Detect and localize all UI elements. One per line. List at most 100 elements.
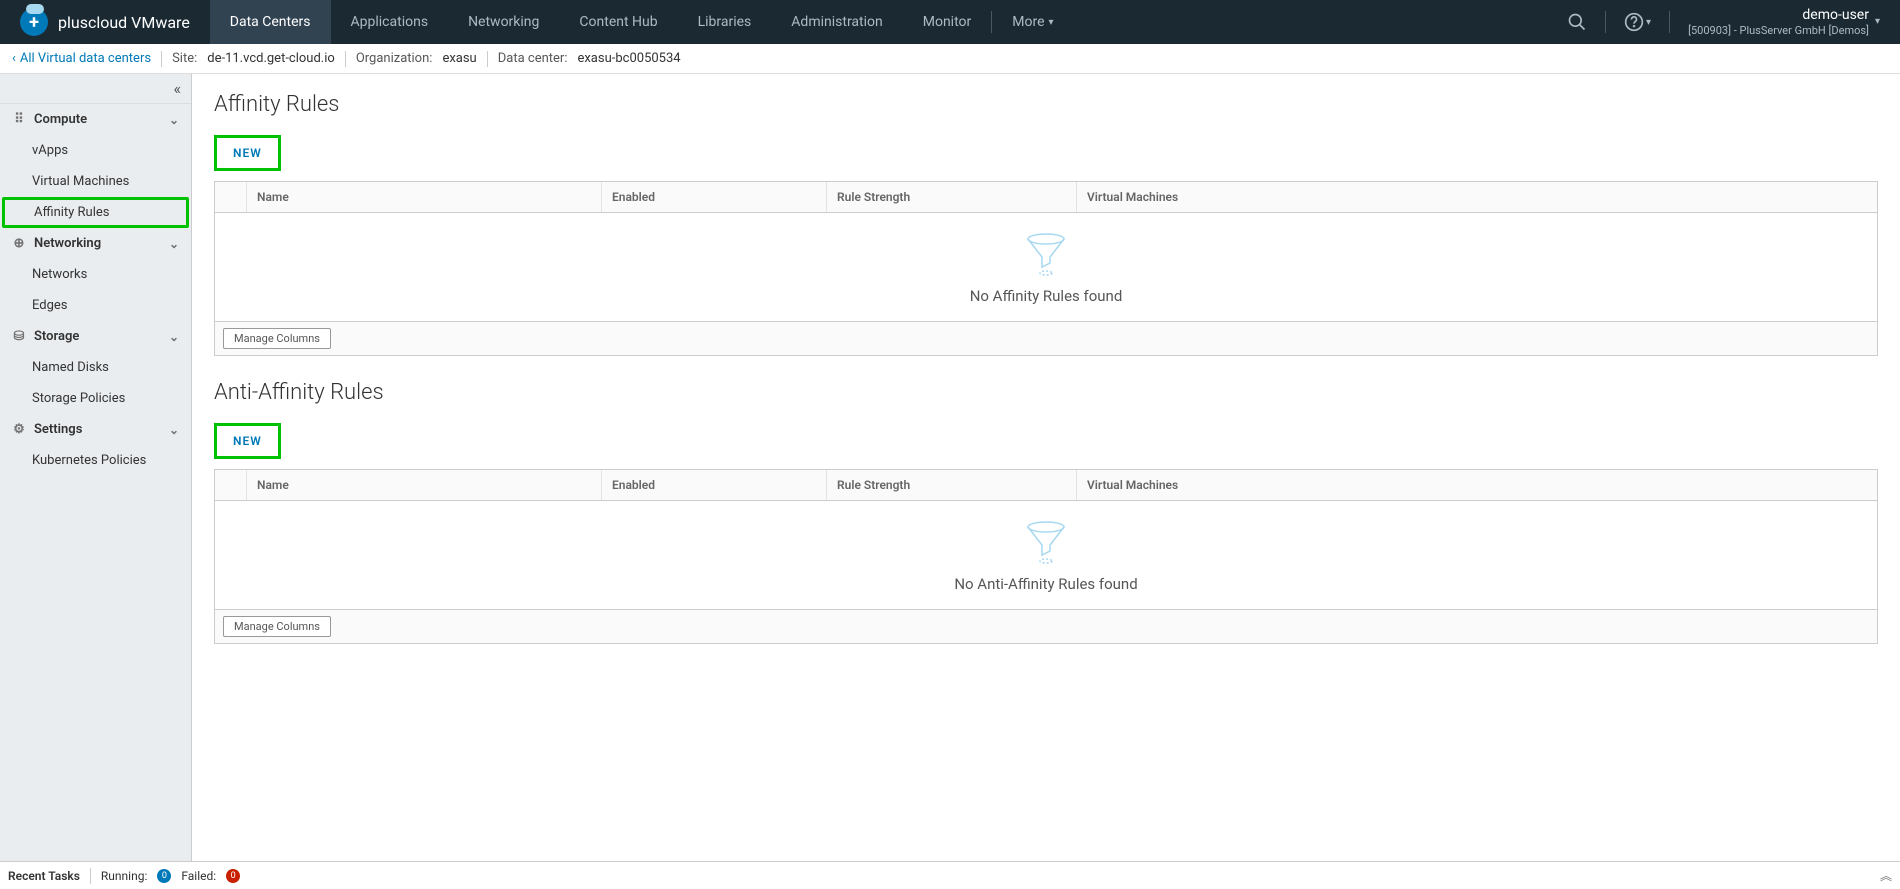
th-strength[interactable]: Rule Strength	[827, 182, 1077, 212]
running-count-badge: 0	[157, 869, 171, 883]
page-title-affinity: Affinity Rules	[214, 92, 1878, 117]
empty-text: No Anti-Affinity Rules found	[954, 575, 1137, 593]
th-checkbox[interactable]	[215, 182, 247, 212]
affinity-rules-section: Affinity Rules NEW Name Enabled Rule Str…	[214, 92, 1878, 356]
table-footer: Manage Columns	[215, 609, 1877, 643]
gear-icon: ⚙	[12, 422, 26, 437]
bc-dc-label: Data center:	[498, 51, 568, 66]
anti-affinity-table: Name Enabled Rule Strength Virtual Machi…	[214, 469, 1878, 644]
th-vm[interactable]: Virtual Machines	[1077, 182, 1877, 212]
breadcrumb-separator	[345, 51, 346, 67]
main-area: « ⠿ Compute ⌄ vApps Virtual Machines Aff…	[0, 74, 1900, 861]
breadcrumb-back[interactable]: ‹ All Virtual data centers	[12, 51, 151, 66]
anti-affinity-rules-section: Anti-Affinity Rules NEW Name Enabled Rul…	[214, 380, 1878, 644]
status-bar: Recent Tasks Running: 0 Failed: 0 ︽	[0, 861, 1900, 889]
sidebar-item-storage-policies[interactable]: Storage Policies	[0, 383, 191, 414]
user-menu[interactable]: demo-user [500903] - PlusServer GmbH [De…	[1688, 7, 1880, 37]
nav-tab-applications[interactable]: Applications	[331, 0, 449, 44]
network-icon: ⊕	[12, 236, 26, 251]
th-enabled[interactable]: Enabled	[602, 182, 827, 212]
sidebar-item-affinity-rules[interactable]: Affinity Rules	[2, 197, 189, 228]
running-label: Running:	[101, 869, 147, 883]
failed-count-badge: 0	[226, 869, 240, 883]
bc-site-label: Site:	[172, 51, 197, 66]
sidebar-item-vapps[interactable]: vApps	[0, 135, 191, 166]
new-button-highlight: NEW	[214, 135, 281, 171]
sidebar-collapse[interactable]: «	[0, 74, 191, 104]
failed-label: Failed:	[181, 869, 216, 883]
th-name[interactable]: Name	[247, 182, 602, 212]
header-separator-2	[1669, 11, 1670, 33]
empty-state: No Affinity Rules found	[215, 213, 1877, 321]
nav-tab-libraries[interactable]: Libraries	[678, 0, 772, 44]
sidebar-label-compute: Compute	[34, 112, 87, 127]
storage-icon: ⛁	[12, 329, 26, 344]
th-name[interactable]: Name	[247, 470, 602, 500]
nav-tab-monitor[interactable]: Monitor	[903, 0, 992, 44]
chevron-down-icon: ▾	[1875, 16, 1880, 27]
sidebar-section-settings: ⚙ Settings ⌄ Kubernetes Policies	[0, 414, 191, 476]
new-anti-affinity-button[interactable]: NEW	[219, 428, 276, 454]
breadcrumb-back-label: All Virtual data centers	[20, 51, 151, 66]
sidebar-label-networking: Networking	[34, 236, 101, 251]
expand-tasks-icon[interactable]: ︽	[1880, 867, 1892, 884]
new-affinity-button[interactable]: NEW	[219, 140, 276, 166]
chevron-down-icon: ▾	[1646, 17, 1651, 28]
sidebar-section-networking: ⊕ Networking ⌄ Networks Edges	[0, 228, 191, 321]
manage-columns-button[interactable]: Manage Columns	[223, 616, 331, 637]
nav-tabs: Data Centers Applications Networking Con…	[210, 0, 1074, 44]
sidebar-item-kubernetes-policies[interactable]: Kubernetes Policies	[0, 445, 191, 476]
chevron-down-icon: ⌄	[169, 423, 179, 437]
sidebar-item-networks[interactable]: Networks	[0, 259, 191, 290]
content-area: Affinity Rules NEW Name Enabled Rule Str…	[192, 74, 1900, 861]
user-name: demo-user	[1802, 7, 1869, 24]
header-right: ▾ demo-user [500903] - PlusServer GmbH […	[1567, 0, 1900, 44]
chevron-down-icon: ⌄	[169, 330, 179, 344]
chevron-down-icon: ⌄	[169, 237, 179, 251]
user-org: [500903] - PlusServer GmbH [Demos]	[1688, 24, 1869, 37]
brand-icon: +	[20, 8, 48, 36]
page-title-anti-affinity: Anti-Affinity Rules	[214, 380, 1878, 405]
manage-columns-button[interactable]: Manage Columns	[223, 328, 331, 349]
help-icon[interactable]: ▾	[1624, 12, 1651, 32]
breadcrumb-separator	[161, 51, 162, 67]
affinity-table: Name Enabled Rule Strength Virtual Machi…	[214, 181, 1878, 356]
search-icon[interactable]	[1567, 12, 1587, 32]
nav-more-label: More	[1012, 14, 1044, 30]
th-strength[interactable]: Rule Strength	[827, 470, 1077, 500]
chevron-down-icon: ⌄	[169, 113, 179, 127]
th-vm[interactable]: Virtual Machines	[1077, 470, 1877, 500]
sidebar-head-settings[interactable]: ⚙ Settings ⌄	[0, 414, 191, 445]
sidebar-head-storage[interactable]: ⛁ Storage ⌄	[0, 321, 191, 352]
sidebar-item-edges[interactable]: Edges	[0, 290, 191, 321]
sidebar-item-virtual-machines[interactable]: Virtual Machines	[0, 166, 191, 197]
th-enabled[interactable]: Enabled	[602, 470, 827, 500]
breadcrumb-bar: ‹ All Virtual data centers Site: de-11.v…	[0, 44, 1900, 74]
sidebar-label-storage: Storage	[34, 329, 79, 344]
sidebar-head-networking[interactable]: ⊕ Networking ⌄	[0, 228, 191, 259]
status-separator	[90, 868, 91, 884]
table-header: Name Enabled Rule Strength Virtual Machi…	[215, 182, 1877, 213]
grid-icon: ⠿	[12, 112, 26, 127]
nav-tab-administration[interactable]: Administration	[771, 0, 902, 44]
funnel-icon	[1026, 233, 1066, 277]
recent-tasks-label[interactable]: Recent Tasks	[8, 869, 80, 883]
th-checkbox[interactable]	[215, 470, 247, 500]
sidebar-head-compute[interactable]: ⠿ Compute ⌄	[0, 104, 191, 135]
nav-tab-more[interactable]: More ▾	[992, 0, 1073, 44]
header-separator	[1605, 11, 1606, 33]
chevron-down-icon: ▾	[1049, 17, 1054, 28]
funnel-icon	[1026, 521, 1066, 565]
bc-site-value: de-11.vcd.get-cloud.io	[207, 51, 335, 66]
breadcrumb-separator	[487, 51, 488, 67]
sidebar-section-storage: ⛁ Storage ⌄ Named Disks Storage Policies	[0, 321, 191, 414]
nav-tab-content-hub[interactable]: Content Hub	[559, 0, 677, 44]
collapse-icon: «	[173, 79, 181, 98]
sidebar-label-settings: Settings	[34, 422, 82, 437]
sidebar-item-named-disks[interactable]: Named Disks	[0, 352, 191, 383]
nav-tab-networking[interactable]: Networking	[448, 0, 559, 44]
chevron-left-icon: ‹	[12, 51, 16, 66]
top-header: + pluscloud VMware Data Centers Applicat…	[0, 0, 1900, 44]
brand-area[interactable]: + pluscloud VMware	[0, 0, 210, 44]
nav-tab-data-centers[interactable]: Data Centers	[210, 0, 331, 44]
